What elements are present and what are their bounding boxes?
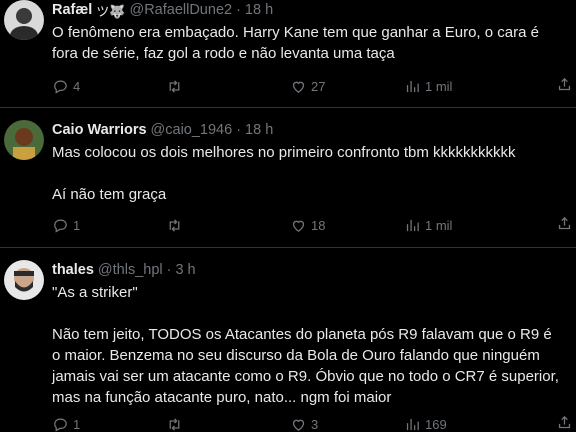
share-button[interactable]	[556, 414, 573, 432]
views-button[interactable]: 1 mil	[404, 76, 452, 96]
tweet-line: fora de série, faz gol a rodo e não leva…	[52, 45, 395, 62]
user-handle[interactable]: @thls_hpl	[98, 262, 163, 278]
reply-icon	[54, 80, 67, 94]
avatar[interactable]	[4, 260, 44, 300]
tweet-text: "As a striker" Não tem jeito, TODOS os A…	[52, 282, 566, 408]
share-icon	[558, 77, 571, 91]
tweet-line: Mas colocou os dois melhores no primeiro…	[52, 144, 516, 161]
retweet-button[interactable]	[166, 76, 187, 96]
view-count: 169	[425, 416, 447, 432]
separator: ·	[236, 2, 241, 18]
tweet-header: thales @thls_hpl · 3 h	[52, 260, 568, 280]
view-count: 1 mil	[425, 217, 453, 233]
action-bar: 4 27 1 mil	[52, 76, 571, 96]
like-count: 27	[311, 78, 326, 94]
share-icon	[558, 216, 571, 230]
tweet-line: Aí não tem graça	[52, 186, 167, 203]
reply-icon	[54, 219, 67, 233]
reply-button[interactable]: 4	[52, 76, 80, 96]
like-count: 3	[311, 416, 319, 432]
tweet-line: O fenômeno era embaçado. Harry Kane tem …	[52, 24, 539, 41]
share-button[interactable]	[556, 76, 573, 96]
like-icon	[292, 419, 305, 431]
retweet-icon	[169, 79, 180, 93]
retweet-icon	[169, 218, 180, 232]
view-count: 1 mil	[425, 78, 453, 94]
separator: ·	[236, 122, 242, 138]
separator: ·	[166, 262, 172, 278]
views-icon	[406, 418, 419, 430]
views-icon	[406, 219, 419, 231]
tweet-line: jamais vai ser um atacante como o R9. Ób…	[52, 368, 559, 385]
retweet-button[interactable]	[166, 215, 187, 235]
reply-button[interactable]: 1	[52, 414, 80, 432]
tweet-header: Rafæl ツ🐺 @RafaellDune2 · 18 h	[52, 0, 568, 20]
reply-button[interactable]: 1	[52, 215, 80, 235]
reply-count: 1	[73, 416, 81, 432]
timestamp[interactable]: 18 h	[245, 122, 273, 138]
retweet-button[interactable]	[166, 414, 187, 432]
action-bar: 1 18 1 mil	[52, 215, 571, 235]
reply-icon	[54, 418, 67, 432]
like-count: 18	[311, 217, 326, 233]
tweet-line: "As a striker"	[52, 284, 138, 301]
like-icon	[292, 81, 305, 93]
tweet-line: o maior. Benzema no seu discurso da Bola…	[52, 347, 540, 364]
tweet-line: mas na função atacante puro, nato... ngm…	[52, 389, 392, 406]
tweet-line: Não tem jeito, TODOS os Atacantes do pla…	[52, 326, 552, 343]
like-button[interactable]: 3	[290, 414, 318, 432]
display-name[interactable]: Caio Warriors	[52, 122, 147, 138]
tweet-1[interactable]: Rafæl ツ🐺 @RafaellDune2 · 18 h O fenômeno…	[0, 0, 576, 108]
display-name[interactable]: Rafæl	[52, 2, 92, 18]
views-icon	[406, 80, 419, 92]
tweet-2[interactable]: Caio Warriors @caio_1946 · 18 h Mas colo…	[0, 108, 576, 248]
retweet-icon	[169, 417, 180, 431]
share-icon	[558, 415, 571, 429]
reply-count: 1	[73, 217, 81, 233]
user-handle[interactable]: @caio_1946	[151, 122, 233, 138]
timestamp[interactable]: 18 h	[245, 2, 273, 18]
timestamp[interactable]: 3 h	[175, 262, 195, 278]
views-button[interactable]: 169	[404, 414, 447, 432]
like-icon	[292, 220, 305, 232]
avatar[interactable]	[4, 120, 44, 160]
user-handle[interactable]: @RafaellDune2	[129, 2, 232, 18]
display-name[interactable]: thales	[52, 262, 94, 278]
avatar[interactable]	[4, 0, 44, 40]
like-button[interactable]: 18	[290, 215, 325, 235]
tweet-header: Caio Warriors @caio_1946 · 18 h	[52, 120, 568, 140]
timeline-feed: Rafæl ツ🐺 @RafaellDune2 · 18 h O fenômeno…	[0, 0, 576, 432]
views-button[interactable]: 1 mil	[404, 215, 452, 235]
action-bar: 1 3 169	[52, 414, 571, 432]
tweet-text: Mas colocou os dois melhores no primeiro…	[52, 142, 566, 205]
reply-count: 4	[73, 78, 81, 94]
share-button[interactable]	[556, 215, 573, 235]
tweet-3[interactable]: thales @thls_hpl · 3 h "As a striker" Nã…	[0, 248, 576, 432]
like-button[interactable]: 27	[290, 76, 325, 96]
name-emoji: ツ🐺	[96, 3, 126, 19]
tweet-text: O fenômeno era embaçado. Harry Kane tem …	[52, 22, 566, 64]
